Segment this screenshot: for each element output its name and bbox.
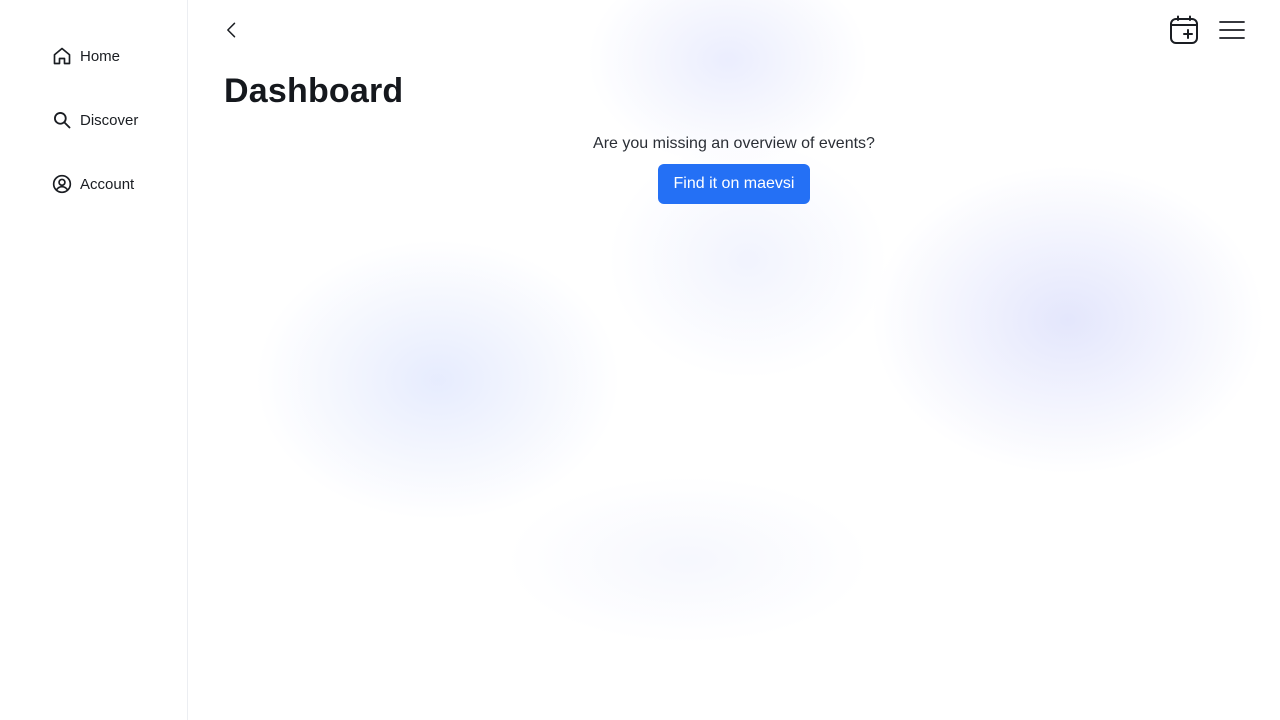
- back-button[interactable]: [220, 20, 244, 44]
- search-icon: [52, 110, 72, 130]
- app-root: Home Discover Account Dashboard Are you …: [0, 0, 1280, 720]
- menu-button[interactable]: [1218, 18, 1246, 46]
- calendar-plus-icon: [1168, 14, 1200, 51]
- find-on-maevsi-button[interactable]: Find it on maevsi: [657, 164, 811, 204]
- sidebar-item-home[interactable]: Home: [52, 44, 120, 68]
- sidebar-item-label: Discover: [80, 111, 139, 129]
- events-overview-prompt: Are you missing an overview of events? F…: [188, 134, 1280, 204]
- sidebar-item-label: Account: [80, 175, 135, 193]
- sidebar-item-account[interactable]: Account: [52, 172, 134, 196]
- sidebar: Home Discover Account: [0, 0, 188, 720]
- sidebar-item-discover[interactable]: Discover: [52, 108, 138, 132]
- create-event-button[interactable]: [1168, 14, 1200, 51]
- chevron-left-icon: [222, 20, 242, 45]
- home-icon: [52, 46, 72, 66]
- hamburger-menu-icon: [1218, 16, 1246, 49]
- prompt-text: Are you missing an overview of events?: [593, 135, 875, 152]
- page-title: Dashboard: [224, 72, 404, 110]
- account-icon: [52, 174, 72, 194]
- main-content: Dashboard Are you missing an overview of…: [188, 0, 1280, 720]
- sidebar-item-label: Home: [80, 47, 121, 65]
